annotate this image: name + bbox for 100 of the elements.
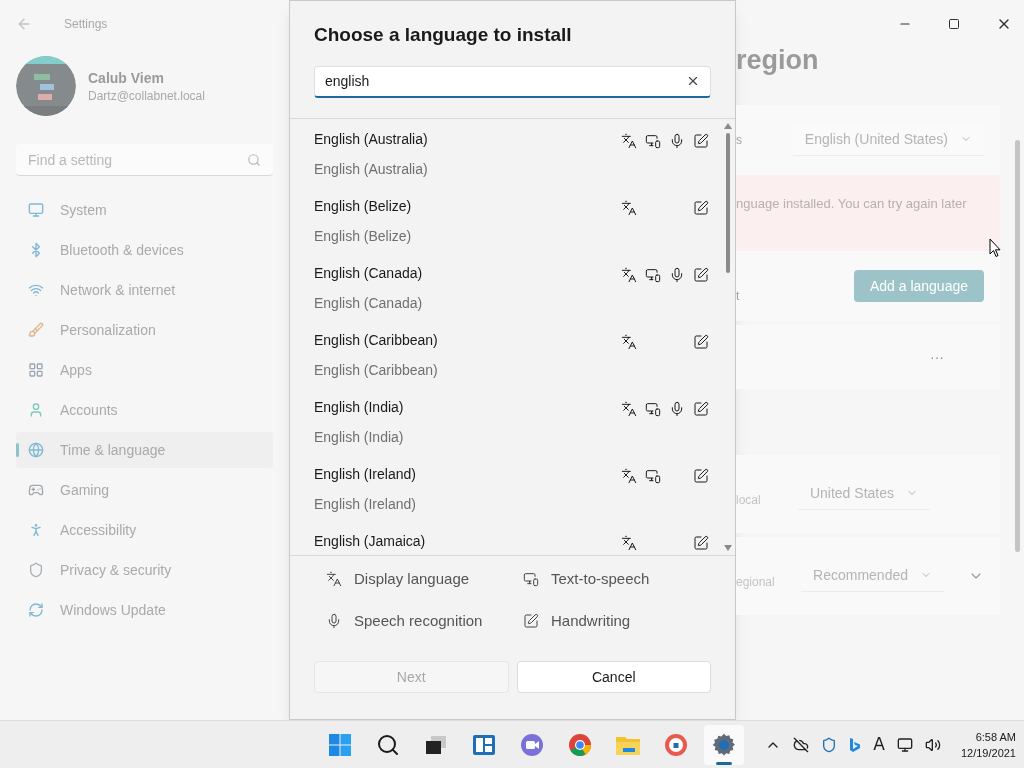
language-icon bbox=[621, 199, 637, 216]
shield-icon bbox=[28, 562, 44, 578]
monitor-icon bbox=[645, 467, 661, 484]
microphone-icon bbox=[326, 613, 342, 630]
input-indicator[interactable]: A bbox=[873, 731, 885, 758]
sidebar-item[interactable]: Windows Update bbox=[16, 592, 273, 628]
widgets-icon bbox=[472, 733, 496, 756]
microphone-icon bbox=[669, 266, 685, 283]
refresh-icon bbox=[28, 602, 44, 618]
pen-icon bbox=[693, 467, 709, 484]
more-button[interactable]: ··· bbox=[930, 346, 944, 367]
pen-icon bbox=[693, 400, 709, 417]
sidebar-item[interactable]: Accessibility bbox=[16, 512, 273, 548]
cloud-off-icon[interactable] bbox=[793, 736, 810, 753]
legend-label: Handwriting bbox=[551, 611, 631, 631]
language-name[interactable]: English (India) bbox=[314, 396, 404, 417]
pen-icon bbox=[693, 199, 709, 216]
cancel-button[interactable]: Cancel bbox=[516, 660, 711, 693]
account-email: Dartz@collabnet.local bbox=[88, 88, 205, 104]
clear-icon[interactable] bbox=[686, 74, 700, 88]
language-search-box[interactable]: english bbox=[314, 65, 711, 98]
monitor-icon bbox=[523, 570, 539, 587]
clock-time[interactable]: 6:58 AM bbox=[975, 728, 1016, 745]
country-dropdown[interactable]: United States bbox=[797, 477, 930, 510]
sidebar-item[interactable]: Apps bbox=[16, 352, 273, 388]
sidebar-item[interactable]: Time & language bbox=[16, 432, 273, 468]
legend-label: Display language bbox=[354, 568, 470, 589]
search-icon bbox=[376, 732, 400, 757]
format-dropdown[interactable]: Recommended bbox=[801, 559, 944, 592]
language-search-field[interactable]: english bbox=[325, 71, 625, 91]
pen-icon bbox=[693, 132, 709, 149]
sidebar-item[interactable]: System bbox=[16, 192, 273, 228]
monitor-icon bbox=[28, 202, 44, 218]
video-chat-icon bbox=[520, 732, 544, 757]
language-name[interactable]: English (Caribbean) bbox=[314, 329, 438, 350]
sidebar-item[interactable]: Bluetooth & devices bbox=[16, 232, 273, 268]
scroll-down-icon[interactable] bbox=[724, 544, 732, 551]
scrollbar[interactable] bbox=[1015, 140, 1020, 552]
pen-icon bbox=[693, 534, 709, 551]
language-native-name: English (Canada) bbox=[314, 293, 423, 313]
search-field[interactable]: Find a setting bbox=[28, 149, 228, 170]
language-name[interactable]: English (Australia) bbox=[314, 128, 428, 149]
browser-icon bbox=[568, 732, 592, 757]
microphone-icon bbox=[669, 132, 685, 149]
figure-icon bbox=[28, 522, 44, 538]
search-box[interactable]: Find a setting bbox=[16, 144, 273, 176]
pen-icon bbox=[693, 266, 709, 283]
language-native-name: English (Ireland) bbox=[314, 494, 416, 514]
setting-label: s bbox=[736, 131, 742, 148]
language-name[interactable]: English (Jamaica) bbox=[314, 530, 426, 551]
add-language-button[interactable]: Add a language bbox=[853, 269, 984, 302]
legend-label: Text-to-speech bbox=[551, 568, 650, 589]
language-native-name: English (Caribbean) bbox=[314, 360, 438, 380]
error-message: nguage installed. You can try again later bbox=[736, 195, 967, 211]
bing-icon[interactable] bbox=[849, 736, 862, 753]
language-icon bbox=[621, 266, 637, 283]
gear-icon bbox=[711, 731, 737, 758]
grid-icon bbox=[28, 362, 44, 378]
globe-icon bbox=[28, 442, 44, 458]
network-icon[interactable] bbox=[896, 736, 913, 753]
shield-icon[interactable] bbox=[821, 736, 838, 753]
setting-label: t bbox=[736, 287, 740, 304]
dialog-title: Choose a language to install bbox=[314, 24, 572, 45]
language-name[interactable]: English (Belize) bbox=[314, 195, 412, 216]
pen-icon bbox=[693, 333, 709, 350]
sidebar-item[interactable]: Privacy & security bbox=[16, 552, 273, 588]
language-native-name: English (Belize) bbox=[314, 226, 412, 246]
page-title: region bbox=[736, 44, 820, 77]
windows-logo-icon bbox=[328, 732, 352, 757]
monitor-icon bbox=[645, 132, 661, 149]
search-icon bbox=[247, 152, 261, 167]
volume-icon[interactable] bbox=[924, 736, 941, 753]
windows-stack-icon bbox=[425, 734, 447, 755]
language-name[interactable]: English (Ireland) bbox=[314, 463, 416, 484]
maximize-icon[interactable] bbox=[948, 18, 960, 30]
window-title: Settings bbox=[64, 16, 108, 32]
account-name: Calub Viem bbox=[88, 69, 165, 88]
gamepad-icon bbox=[28, 482, 44, 498]
sidebar-item[interactable]: Gaming bbox=[16, 472, 273, 508]
sidebar-item[interactable]: Accounts bbox=[16, 392, 273, 428]
brush-icon bbox=[28, 322, 44, 338]
language-icon bbox=[621, 467, 637, 484]
sidebar-item[interactable]: Personalization bbox=[16, 312, 273, 348]
language-icon bbox=[621, 132, 637, 149]
clock-date[interactable]: 12/19/2021 bbox=[960, 744, 1016, 761]
legend-label: Speech recognition bbox=[354, 611, 483, 631]
language-icon bbox=[621, 534, 637, 551]
person-icon bbox=[28, 402, 44, 418]
pen-icon bbox=[523, 613, 539, 630]
language-icon bbox=[326, 570, 342, 587]
active-indicator bbox=[716, 761, 732, 765]
language-name[interactable]: English (Canada) bbox=[314, 262, 423, 283]
sidebar-item[interactable]: Network & internet bbox=[16, 272, 273, 308]
language-icon bbox=[621, 400, 637, 417]
monitor-icon bbox=[645, 266, 661, 283]
wifi-icon bbox=[28, 282, 44, 298]
language-native-name: English (India) bbox=[314, 427, 404, 447]
language-icon bbox=[621, 333, 637, 350]
selection-bar bbox=[16, 443, 19, 457]
scroll-up-icon[interactable] bbox=[724, 122, 732, 129]
